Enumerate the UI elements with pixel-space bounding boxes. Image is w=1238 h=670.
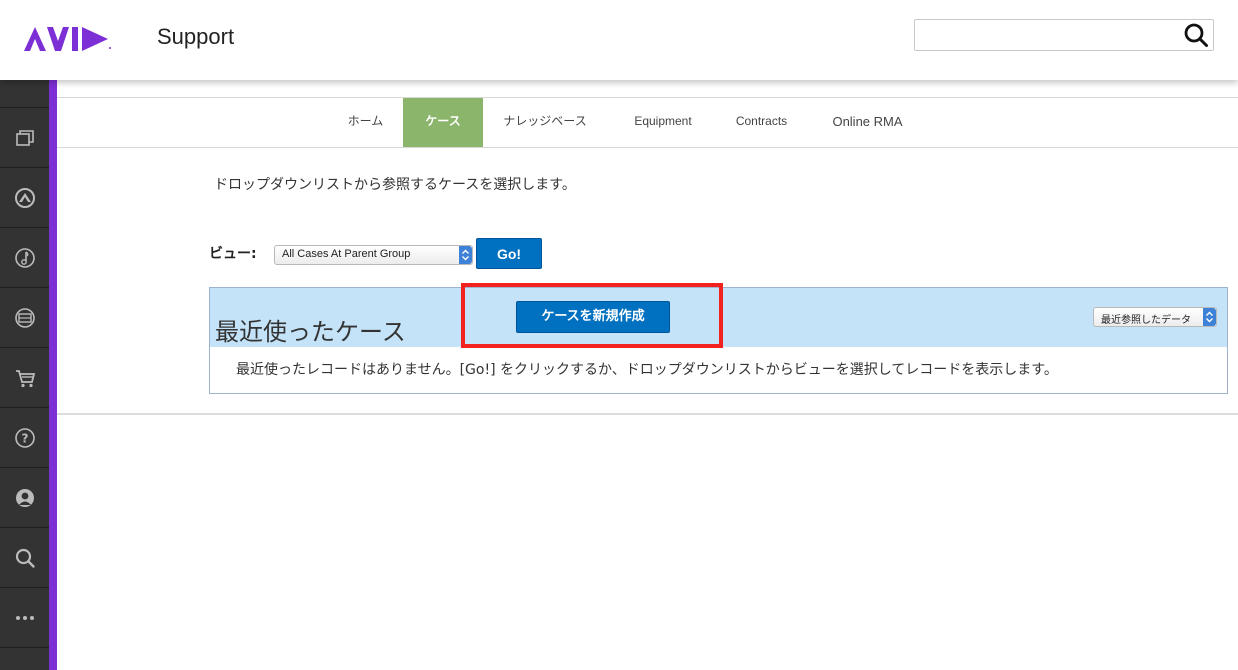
search-icon <box>15 548 35 568</box>
avid-link-icon <box>14 187 35 208</box>
view-select-value: All Cases At Parent Group <box>282 248 411 260</box>
tab-equipment[interactable]: Equipment <box>619 98 707 147</box>
header: Support <box>0 0 1238 80</box>
film-reel-icon <box>14 307 35 328</box>
more-icon <box>15 615 34 620</box>
sidebar-item-more[interactable] <box>0 588 49 648</box>
go-button[interactable]: Go! <box>476 238 542 269</box>
tab-contracts[interactable]: Contracts <box>723 98 800 147</box>
instruction-text: ドロップダウンリストから参照するケースを選択します。 <box>214 177 576 193</box>
sidebar-item-music[interactable] <box>0 228 49 288</box>
view-select[interactable]: All Cases At Parent Group <box>274 245 473 265</box>
tab-knowledge-base[interactable]: ナレッジベース <box>490 98 600 147</box>
select-arrows-icon <box>1203 308 1216 326</box>
cart-icon <box>15 369 35 387</box>
sidebar-item-help[interactable]: ? <box>0 408 49 468</box>
tab-online-rma[interactable]: Online RMA <box>819 98 916 147</box>
recent-cases-title: 最近使ったケース <box>215 318 406 346</box>
recent-sort-value: 最近参照したデータ <box>1101 315 1191 326</box>
tab-bar: ホーム ケース ナレッジベース Equipment Contracts Onli… <box>57 98 1238 148</box>
windows-icon <box>15 129 34 146</box>
tab-cases[interactable]: ケース <box>403 98 483 147</box>
divider <box>57 413 1238 415</box>
view-label: ビュー: <box>209 246 257 262</box>
header-search-input[interactable] <box>921 23 1175 47</box>
music-note-icon <box>14 247 35 268</box>
sidebar-item-avid-link[interactable] <box>0 168 49 228</box>
sidebar-item-search[interactable] <box>0 528 49 588</box>
user-icon <box>15 488 34 507</box>
avid-logo[interactable] <box>24 27 112 51</box>
sidebar-top-strip <box>0 80 49 108</box>
search-icon[interactable] <box>1183 22 1209 48</box>
brand-title: Support <box>157 24 235 49</box>
sidebar-item-store[interactable] <box>0 348 49 408</box>
header-search <box>914 19 1214 51</box>
recent-cases-empty-message: 最近使ったレコードはありません。[Go!] をクリックするか、ドロップダウンリス… <box>236 362 1058 378</box>
select-arrows-icon <box>459 246 472 264</box>
recent-sort-select[interactable]: 最近参照したデータ <box>1093 307 1217 327</box>
sidebar-item-video[interactable] <box>0 288 49 348</box>
svg-text:?: ? <box>21 431 28 445</box>
tab-home[interactable]: ホーム <box>325 98 406 147</box>
sidebar-item-account[interactable] <box>0 468 49 528</box>
sidebar-accent-bar <box>49 80 57 670</box>
highlight-box <box>461 283 723 348</box>
left-sidebar: ? <box>0 80 49 670</box>
sidebar-item-windows[interactable] <box>0 108 49 168</box>
help-icon: ? <box>14 427 35 448</box>
